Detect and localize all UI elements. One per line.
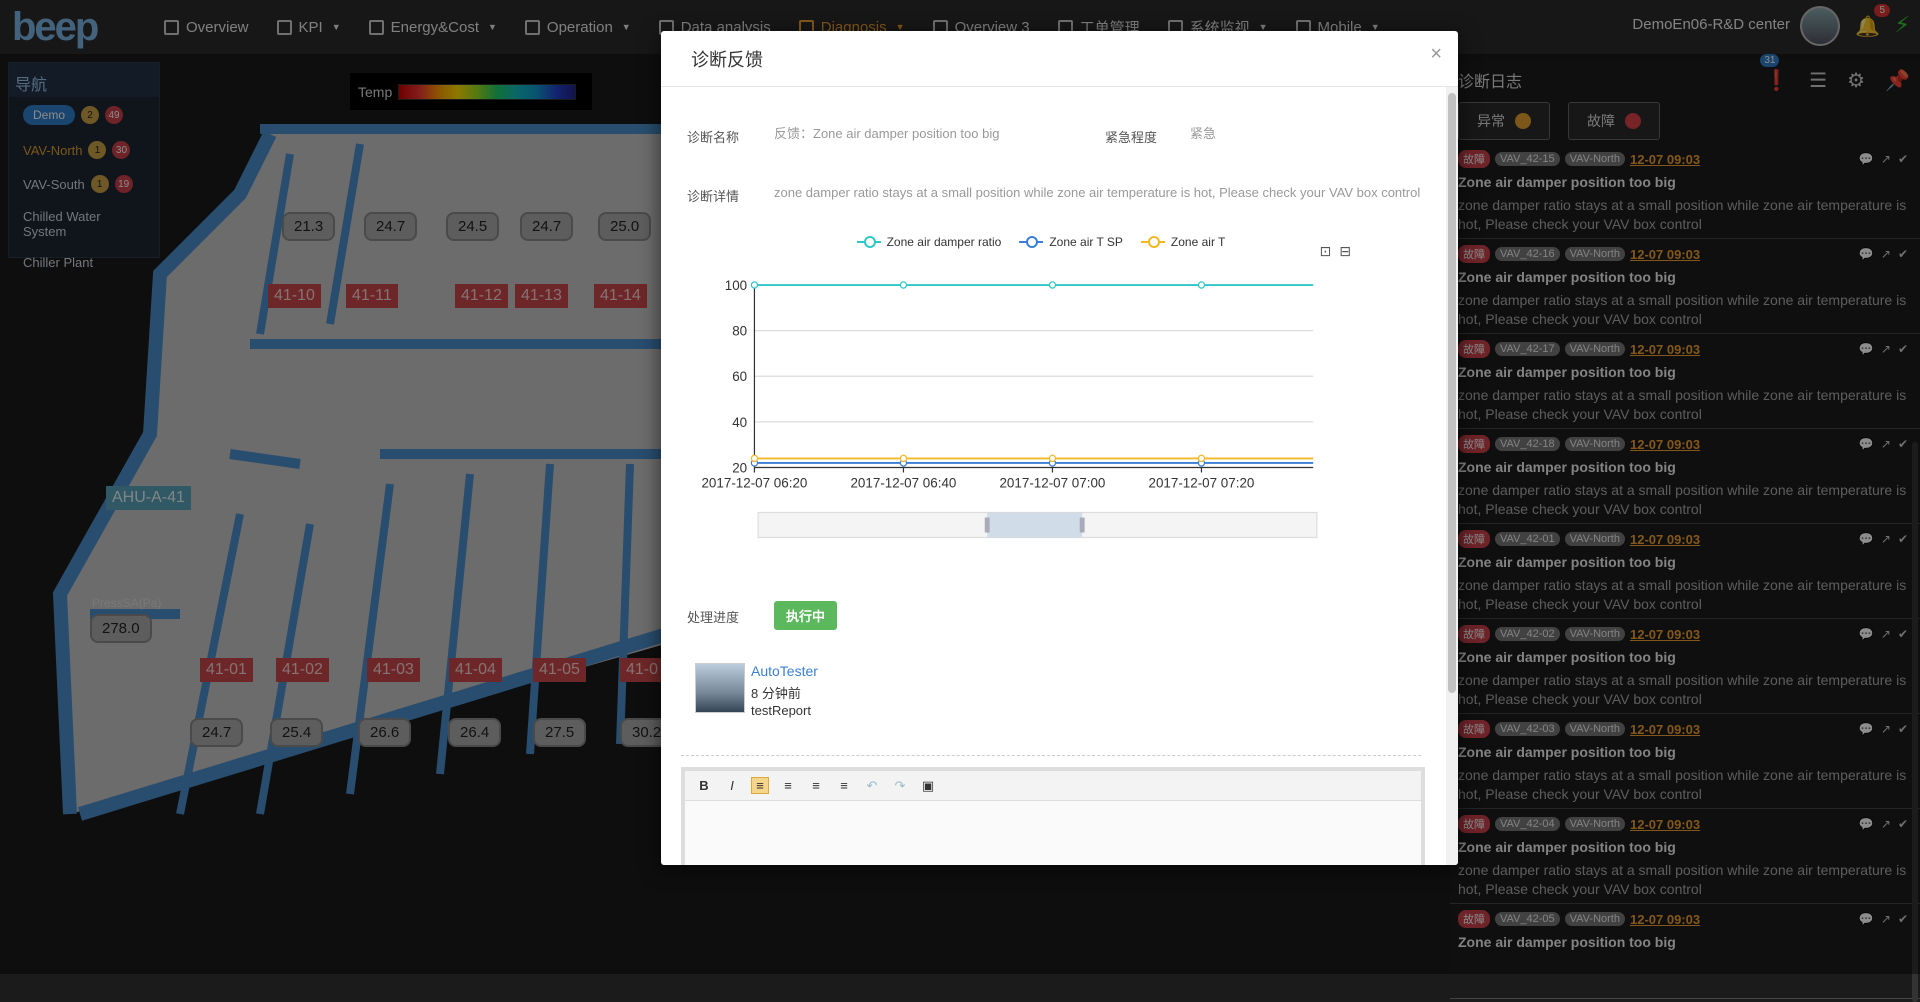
- x-tick-label: 2017-12-07 06:20: [701, 475, 807, 490]
- x-tick-label: 2017-12-07 06:40: [850, 475, 956, 490]
- image-icon[interactable]: ▣: [919, 778, 937, 794]
- align-right-icon[interactable]: ≡: [807, 778, 825, 793]
- y-tick-label: 40: [732, 415, 747, 430]
- modal-header: 诊断反馈 ×: [661, 31, 1458, 87]
- undo-icon[interactable]: ↶: [863, 778, 881, 794]
- trend-chart: Zone air damper ratio Zone air T SP Zone a…: [691, 235, 1391, 555]
- y-tick-label: 60: [732, 369, 747, 384]
- progress-status-badge: 执行中: [774, 601, 838, 630]
- comment-time: 8 分钟前: [751, 686, 801, 701]
- urgency-value: 紧急: [1190, 126, 1217, 141]
- diagnosis-feedback-modal: 诊断反馈 × 诊断名称 反馈：Zone air damper position …: [661, 31, 1458, 865]
- data-point: [1197, 281, 1206, 289]
- modal-body: 诊断名称 反馈：Zone air damper position too big…: [661, 87, 1446, 865]
- data-point: [1048, 454, 1057, 463]
- chart-svg: 20 40 60 80 100 2017-12-07 06:20 2017-12-07 06…: [701, 278, 1318, 539]
- bold-icon[interactable]: B: [695, 778, 713, 793]
- comment-text: testReport: [751, 703, 811, 718]
- comment-editor[interactable]: B I ≡ ≡ ≡ ≡ ↶ ↷ ▣: [681, 767, 1425, 865]
- data-point: [1197, 454, 1206, 463]
- x-tick-label: 2017-12-07 07:20: [1148, 475, 1254, 490]
- data-point: [1048, 281, 1057, 289]
- datazoom-window: [987, 512, 1083, 538]
- align-justify-icon[interactable]: ≡: [835, 778, 853, 793]
- datazoom-handle-right: [1079, 517, 1085, 533]
- data-point: [899, 454, 908, 463]
- align-left-icon[interactable]: ≡: [751, 777, 769, 794]
- comment-author[interactable]: AutoTester: [751, 663, 818, 679]
- x-tick-label: 2017-12-07 07:00: [999, 475, 1105, 490]
- modal-scrollbar[interactable]: [1446, 87, 1458, 865]
- y-tick-label: 80: [732, 323, 747, 338]
- scrollbar-thumb[interactable]: [1448, 93, 1456, 693]
- datazoom-handle-left: [984, 517, 990, 533]
- data-point: [750, 281, 759, 289]
- divider: [681, 755, 1421, 756]
- redo-icon[interactable]: ↷: [891, 778, 909, 794]
- data-point: [750, 454, 759, 463]
- align-center-icon[interactable]: ≡: [779, 778, 797, 793]
- detail-label: 诊断详情: [687, 189, 740, 204]
- detail-value: zone damper ratio stays at a small posit…: [774, 185, 1421, 200]
- name-value: 反馈：Zone air damper position too big: [774, 126, 1000, 141]
- italic-icon[interactable]: I: [723, 778, 741, 793]
- modal-title: 诊断反馈: [691, 49, 763, 70]
- urgency-label: 紧急程度: [1105, 130, 1158, 145]
- progress-label: 处理进度: [687, 610, 740, 625]
- y-tick-label: 20: [732, 460, 747, 475]
- y-tick-label: 100: [725, 278, 748, 293]
- editor-toolbar: B I ≡ ≡ ≡ ≡ ↶ ↷ ▣: [685, 771, 1421, 801]
- name-label: 诊断名称: [687, 130, 740, 145]
- data-point: [899, 281, 908, 289]
- comment-avatar: [695, 663, 745, 713]
- close-icon[interactable]: ×: [1430, 43, 1442, 66]
